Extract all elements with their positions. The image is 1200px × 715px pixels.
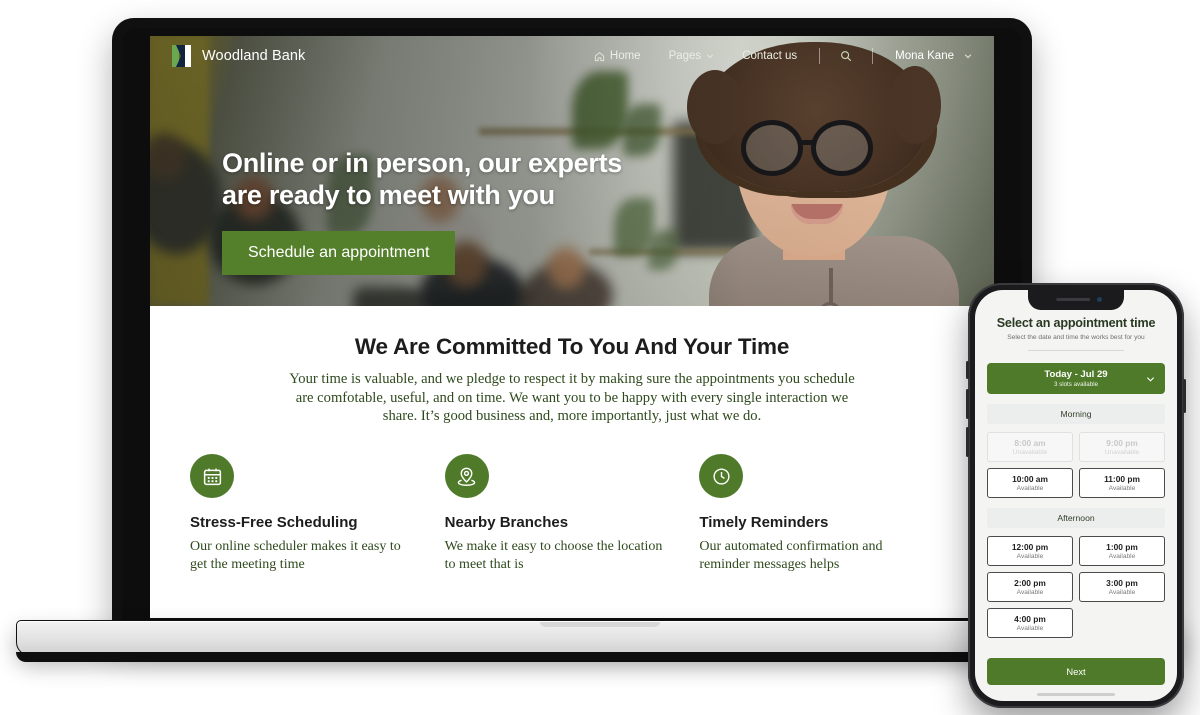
time-slot-time: 2:00 pm [1014, 578, 1046, 588]
time-slot[interactable]: 4:00 pm Available [987, 608, 1073, 638]
brand-name: Woodland Bank [202, 48, 306, 64]
nav-item-contact-us[interactable]: Contact us [728, 50, 811, 62]
time-slot[interactable]: 12:00 pm Available [987, 536, 1073, 566]
phone-mute-switch[interactable] [966, 361, 969, 379]
home-indicator [1037, 693, 1115, 696]
time-slot-state: Available [1108, 485, 1136, 492]
slot-grid-afternoon: 12:00 pm Available 1:00 pm Available 2:0… [987, 536, 1165, 638]
committed-title: We Are Committed To You And Your Time [354, 334, 790, 359]
calendar-icon [203, 468, 221, 485]
time-slot[interactable]: 8:00 am Unavailable [987, 432, 1073, 462]
feature-text: Our automated confirmation and reminder … [699, 539, 883, 572]
user-menu-chevron-down-icon[interactable] [964, 52, 972, 60]
clock-icon [713, 467, 730, 485]
time-slot-time: 3:00 pm [1106, 578, 1138, 588]
phone-volume-up-button[interactable] [966, 389, 969, 419]
group-header-afternoon: Afternoon [987, 508, 1165, 528]
phone-volume-down-button[interactable] [966, 427, 969, 457]
time-slot-time: 9:00 pm [1106, 438, 1138, 448]
next-button[interactable]: Next [987, 658, 1165, 685]
committed-section: We Are Committed To You And Your Time Yo… [150, 306, 994, 427]
woodland-bank-logo-icon [172, 45, 191, 67]
hero-title: Online or in person, our experts are rea… [222, 148, 622, 211]
features-row: Stress-Free Scheduling Our online schedu… [150, 426, 994, 573]
hero-title-line-1: Online or in person, our experts [222, 148, 622, 178]
feature-title: Stress-Free Scheduling [190, 514, 358, 532]
time-slot-state: Available [1016, 625, 1044, 632]
time-slot-state: Available [1016, 589, 1044, 596]
time-slot-time: 11:00 pm [1104, 474, 1140, 484]
time-slot-state: Unavailable [1012, 449, 1048, 456]
laptop-device: Woodland Bank Home Pages Contact us Mona… [112, 18, 1032, 636]
brand-logo[interactable]: Woodland Bank [172, 45, 305, 67]
time-slot[interactable]: 3:00 pm Available [1079, 572, 1165, 602]
time-slot-state: Unavailable [1104, 449, 1140, 456]
feature-icon-circle [190, 454, 234, 499]
feature-icon-circle [444, 454, 489, 499]
screenshot-stage: Woodland Bank Home Pages Contact us Mona… [0, 0, 1200, 715]
appointment-subtitle: Select the date and time the works best … [1007, 334, 1145, 341]
schedule-appointment-button[interactable]: Schedule an appointment [222, 231, 456, 276]
search-icon [841, 51, 852, 62]
nav-item-pages-label: Pages [668, 50, 702, 62]
feature-title: Nearby Branches [444, 514, 569, 532]
nav-item-contact-us-label: Contact us [742, 50, 798, 62]
phone-notch [1028, 290, 1124, 310]
feature-title: Timely Reminders [699, 514, 829, 532]
time-slot-time: 12:00 pm [1011, 542, 1049, 552]
phone-power-button[interactable] [1183, 379, 1186, 413]
hero-section: Woodland Bank Home Pages Contact us Mona… [150, 36, 994, 306]
nav-item-pages[interactable]: Pages [655, 50, 729, 62]
time-slot[interactable]: 11:00 pm Available [1079, 468, 1165, 498]
feature-card-timely-reminders: Timely Reminders Our automated confirmat… [699, 454, 954, 573]
time-slot[interactable]: 2:00 pm Available [987, 572, 1073, 602]
feature-icon-circle [699, 454, 744, 499]
feature-card-stress-free-scheduling: Stress-Free Scheduling Our online schedu… [190, 454, 445, 573]
time-slot-time: 8:00 am [1014, 438, 1046, 448]
home-icon [594, 51, 604, 61]
time-slot[interactable]: 1:00 pm Available [1079, 536, 1165, 566]
time-slot-state: Available [1016, 553, 1044, 560]
nav-links: Home Pages Contact us Mona Kane [580, 48, 972, 64]
feature-text: We make it easy to choose the location t… [444, 539, 663, 572]
appointment-title: Select an appointment time [996, 316, 1156, 330]
appointment-picker: Select an appointment time Select the da… [975, 290, 1177, 701]
nav-divider-2 [872, 48, 874, 64]
laptop-screen: Woodland Bank Home Pages Contact us Mona… [150, 36, 994, 618]
divider [1028, 350, 1124, 351]
time-slot[interactable]: 10:00 am Available [987, 468, 1073, 498]
group-header-morning: Morning [987, 404, 1165, 424]
hero-title-line-2: are ready to meet with you [222, 179, 555, 210]
chevron-down-icon [1146, 376, 1155, 382]
nav-divider-1 [819, 48, 821, 64]
feature-card-nearby-branches: Nearby Branches We make it easy to choos… [444, 454, 700, 573]
phone-device: Select an appointment time Select the da… [966, 283, 1186, 708]
time-slot-state: Available [1016, 485, 1044, 492]
time-slot-time: 1:00 pm [1106, 542, 1138, 552]
nav-item-home[interactable]: Home [580, 50, 655, 62]
feature-text: Our online scheduler makes it easy to ge… [190, 539, 401, 572]
search-button[interactable] [828, 50, 864, 62]
slot-grid-morning: 8:00 am Unavailable 9:00 pm Unavailable … [987, 432, 1165, 498]
time-slot[interactable]: 9:00 pm Unavailable [1079, 432, 1165, 462]
front-camera-icon [1097, 297, 1102, 302]
committed-paragraph: Your time is valuable, and we pledge to … [289, 371, 855, 425]
date-selector[interactable]: Today - Jul 29 3 slots available [987, 363, 1165, 394]
time-slot-state: Available [1108, 589, 1136, 596]
nav-item-home-label: Home [609, 50, 641, 62]
date-selector-label: Today - Jul 29 [1044, 369, 1108, 380]
date-selector-slots: 3 slots available [1053, 381, 1099, 388]
earpiece-speaker-icon [1056, 298, 1091, 301]
time-slot-time: 4:00 pm [1014, 614, 1046, 624]
user-menu-label[interactable]: Mona Kane [881, 50, 964, 62]
phone-screen: Select an appointment time Select the da… [975, 290, 1177, 701]
time-slot-time: 10:00 am [1012, 474, 1048, 484]
chevron-down-icon [707, 54, 714, 59]
time-slot-state: Available [1108, 553, 1136, 560]
hero-copy: Online or in person, our experts are rea… [222, 148, 622, 276]
map-pin-icon [457, 467, 476, 486]
site-navbar: Woodland Bank Home Pages Contact us Mona… [150, 36, 994, 76]
